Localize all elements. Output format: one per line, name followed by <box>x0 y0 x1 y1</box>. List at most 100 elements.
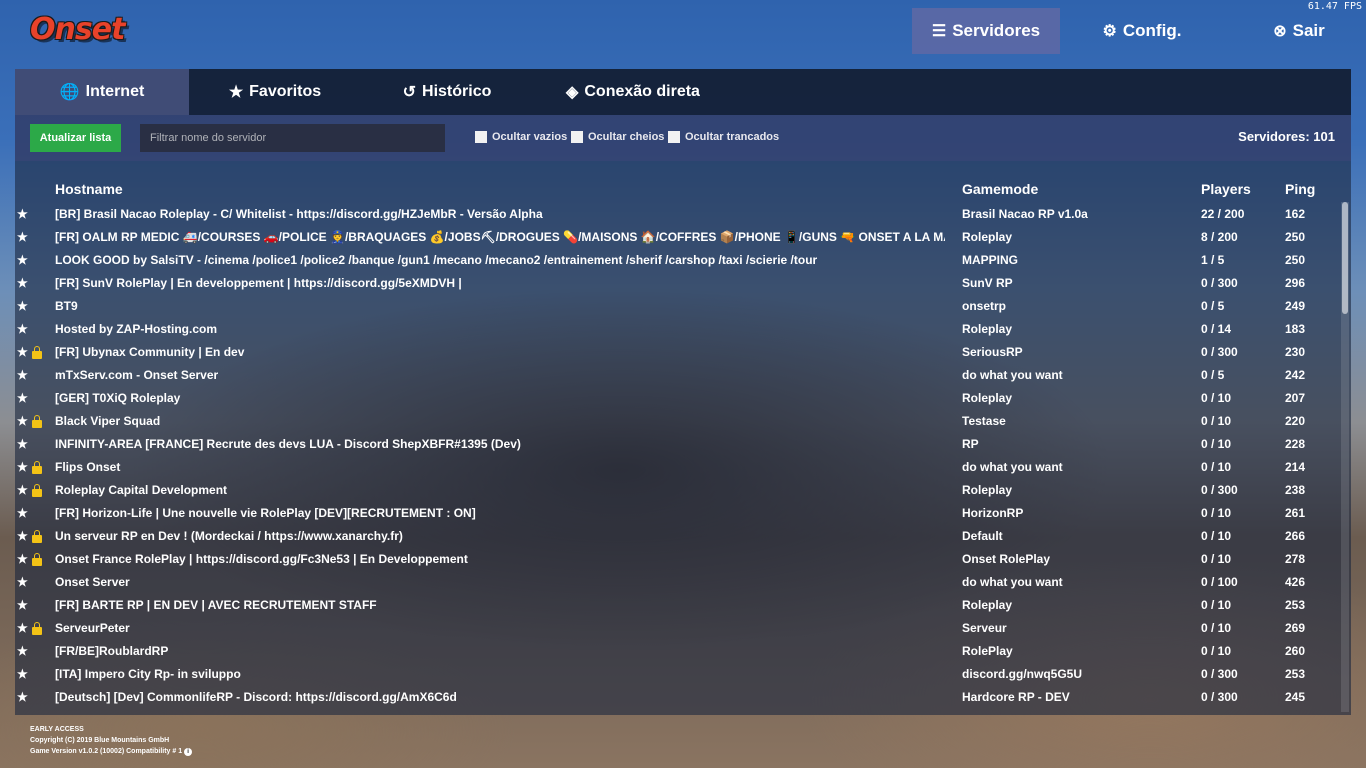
favorite-star-icon[interactable]: ★ <box>17 575 31 589</box>
server-gamemode: Serveur <box>962 621 1007 635</box>
server-row[interactable]: ★ LOOK GOOD by SalsiTV - /cinema /police1… <box>15 248 1351 271</box>
server-hostname: Onset Server <box>55 575 130 589</box>
server-row[interactable]: ★ Flips Onset do what you want 0 / 10 214 <box>15 455 1351 478</box>
tab-history[interactable]: ↺ Histórico <box>361 69 533 115</box>
lock-icon <box>32 483 46 497</box>
hide-locked-checkbox[interactable]: Ocultar trancados <box>668 131 779 143</box>
favorite-star-icon[interactable]: ★ <box>17 276 31 290</box>
server-row[interactable]: ★ [FR] SunV RolePlay | En developpement |… <box>15 271 1351 294</box>
servers-nav-button[interactable]: ☰ Servidores <box>912 8 1060 54</box>
server-gamemode: RolePlay <box>962 644 1013 658</box>
server-hostname: [FR] BARTE RP | EN DEV | AVEC RECRUTEMEN… <box>55 598 377 612</box>
server-hostname: Black Viper Squad <box>55 414 161 428</box>
favorite-star-icon[interactable]: ★ <box>17 644 31 658</box>
server-row[interactable]: ★ Roleplay Capital Development Roleplay 0 /… <box>15 478 1351 501</box>
server-gamemode: Roleplay <box>962 598 1013 612</box>
tab-direct-connect[interactable]: ◈ Conexão direta <box>533 69 733 115</box>
info-icon[interactable]: i <box>184 748 193 756</box>
server-filter-input[interactable] <box>140 124 445 152</box>
server-row[interactable]: ★ mTxServ.com - Onset Server do what you w… <box>15 363 1351 386</box>
favorite-star-icon[interactable]: ★ <box>17 345 31 359</box>
favorite-star-icon[interactable]: ★ <box>17 253 31 267</box>
favorite-star-icon[interactable]: ★ <box>17 552 31 566</box>
server-gamemode: Roleplay <box>962 391 1013 405</box>
server-hostname: Un serveur RP en Dev ! (Mordeckai / http… <box>55 529 403 543</box>
server-row[interactable]: ★ [BR] Brasil Nacao Roleplay - C/ Whiteli… <box>15 202 1351 225</box>
server-row[interactable]: ★ Un serveur RP en Dev ! (Mordeckai / htt… <box>15 524 1351 547</box>
lock-icon <box>32 460 46 474</box>
favorite-star-icon[interactable]: ★ <box>17 460 31 474</box>
server-ping: 162 <box>1285 207 1306 221</box>
column-hostname[interactable]: Hostname <box>55 181 123 197</box>
favorite-star-icon[interactable]: ★ <box>17 230 31 244</box>
favorite-star-icon[interactable]: ★ <box>17 322 31 336</box>
refresh-list-button[interactable]: Atualizar lista <box>30 124 121 152</box>
config-nav-button[interactable]: ⚙ Config. <box>1060 8 1224 54</box>
server-players: 0 / 10 <box>1201 644 1232 658</box>
server-row[interactable]: ★ [FR] Horizon-Life | Une nouvelle vie Ro… <box>15 501 1351 524</box>
version-line: Game Version v1.0.2 (10002) Compatibilit… <box>30 746 193 757</box>
server-ping: 266 <box>1285 529 1306 543</box>
favorite-star-icon[interactable]: ★ <box>17 207 31 221</box>
server-row[interactable]: ★ Onset France RolePlay | https://discord… <box>15 547 1351 570</box>
checkbox-box[interactable] <box>668 131 680 143</box>
server-players: 0 / 10 <box>1201 460 1232 474</box>
server-ping: 249 <box>1285 299 1306 313</box>
column-gamemode[interactable]: Gamemode <box>962 181 1038 197</box>
scrollbar-thumb[interactable] <box>1342 202 1348 314</box>
checkbox-box[interactable] <box>475 131 487 143</box>
tab-internet-label: Internet <box>85 83 145 100</box>
server-row[interactable]: ★ [FR] OALM RP MEDIC 🚑/COURSES 🚗/POLICE 👮… <box>15 225 1351 248</box>
favorite-star-icon[interactable]: ★ <box>17 414 31 428</box>
tab-internet[interactable]: 🌐 Internet <box>15 69 189 115</box>
hide-full-checkbox[interactable]: Ocultar cheios <box>571 131 664 143</box>
server-row[interactable]: ★ [GER] T0XiQ Roleplay Roleplay 0 / 10 207 <box>15 386 1351 409</box>
server-players: 0 / 300 <box>1201 690 1238 704</box>
server-row[interactable]: ★ [FR] Ubynax Community | En dev SeriousRP… <box>15 340 1351 363</box>
server-hostname: Onset France RolePlay | https://discord.… <box>55 552 468 566</box>
tab-favorites[interactable]: ★ Favoritos <box>189 69 361 115</box>
server-list-scrollbar[interactable] <box>1341 202 1349 712</box>
server-row[interactable]: ★ Onset Server do what you want 0 / 100 426 <box>15 570 1351 593</box>
tab-history-label: Histórico <box>422 83 492 100</box>
server-row[interactable]: ★ BT9 onsetrp 0 / 5 249 <box>15 294 1351 317</box>
favorite-star-icon[interactable]: ★ <box>17 506 31 520</box>
column-ping[interactable]: Ping <box>1285 181 1315 197</box>
server-row[interactable]: ★ [FR/BE]RoublardRP RolePlay 0 / 10 260 <box>15 639 1351 662</box>
server-row[interactable]: ★ ServeurPeter Serveur 0 / 10 269 <box>15 616 1351 639</box>
hide-empty-checkbox[interactable]: Ocultar vazios <box>475 131 567 143</box>
server-row[interactable]: ★ [Deutsch] [Dev] CommonlifeRP - Discord:… <box>15 685 1351 708</box>
lock-icon <box>32 621 46 635</box>
onset-logo: Onset <box>30 12 125 47</box>
server-row[interactable]: ★ [ITA] Impero City Rp- in sviluppo disco… <box>15 662 1351 685</box>
server-row[interactable]: ★ Black Viper Squad Testase 0 / 10 220 <box>15 409 1351 432</box>
server-players: 0 / 5 <box>1201 299 1225 313</box>
server-row[interactable]: ★ Hosted by ZAP-Hosting.com Roleplay 0 / 14… <box>15 317 1351 340</box>
server-ping: 242 <box>1285 368 1306 382</box>
checkbox-box[interactable] <box>571 131 583 143</box>
favorite-star-icon[interactable]: ★ <box>17 598 31 612</box>
favorite-star-icon[interactable]: ★ <box>17 621 31 635</box>
exit-nav-button[interactable]: ⊗ Sair <box>1224 8 1366 54</box>
copyright-text: Copyright (C) 2019 Blue Mountains GmbH <box>30 737 170 744</box>
server-players: 0 / 100 <box>1201 575 1238 589</box>
favorite-star-icon[interactable]: ★ <box>17 391 31 405</box>
server-row[interactable]: ★ INFINITY-AREA [FRANCE] Recrute des devs… <box>15 432 1351 455</box>
favorite-star-icon[interactable]: ★ <box>17 667 31 681</box>
server-row[interactable]: ★ [FR] BARTE RP | EN DEV | AVEC RECRUTEME… <box>15 593 1351 616</box>
favorite-star-icon[interactable]: ★ <box>17 529 31 543</box>
server-hostname: ServeurPeter <box>55 621 130 635</box>
server-hostname: [FR] Ubynax Community | En dev <box>55 345 245 359</box>
exit-nav-label: Sair <box>1292 21 1325 40</box>
favorite-star-icon[interactable]: ★ <box>17 483 31 497</box>
favorite-star-icon[interactable]: ★ <box>17 690 31 704</box>
favorite-star-icon[interactable]: ★ <box>17 437 31 451</box>
server-ping: 228 <box>1285 437 1306 451</box>
servers-nav-label: Servidores <box>952 21 1041 40</box>
column-players[interactable]: Players <box>1201 181 1251 197</box>
favorite-star-icon[interactable]: ★ <box>17 368 31 382</box>
filter-toolbar: Atualizar lista Ocultar vazios Ocultar c… <box>15 115 1351 161</box>
server-list-icon: ☰ <box>931 23 947 40</box>
favorite-star-icon[interactable]: ★ <box>17 299 31 313</box>
server-count: Servidores: 101 <box>1238 129 1335 144</box>
